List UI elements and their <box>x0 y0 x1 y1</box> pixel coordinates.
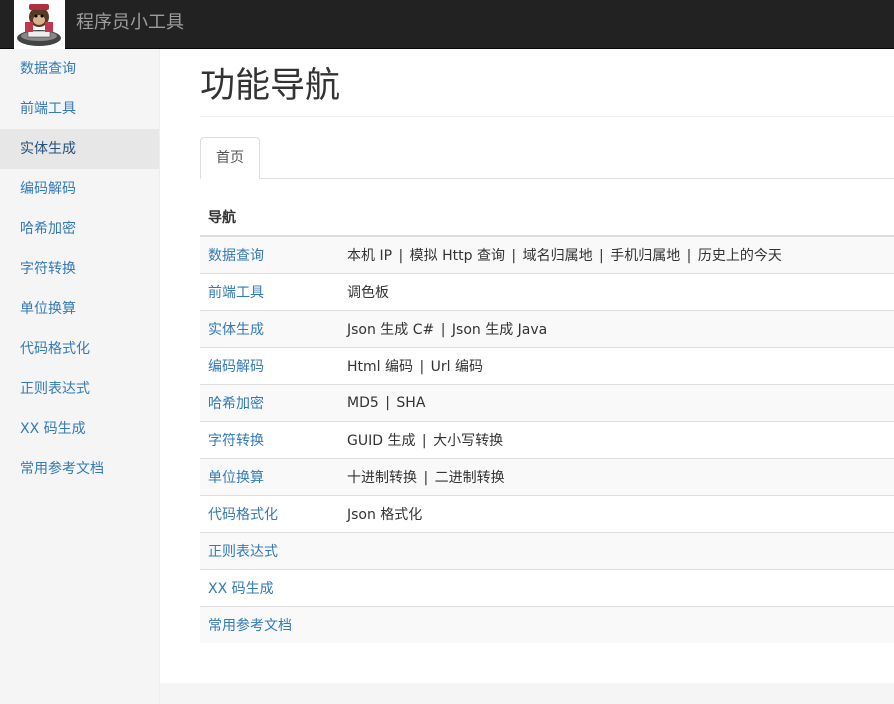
sidebar-menu: 数据查询 前端工具 实体生成 编码解码 哈希加密 字符转换 单位换算 代码格式化 正则表达式 XX… <box>0 49 159 489</box>
sidebar-item[interactable]: 字符转换 <box>0 249 159 289</box>
tool-link[interactable]: MD5 <box>347 395 379 411</box>
sidebar-item[interactable]: 数据查询 <box>0 49 159 89</box>
link-separator: | <box>417 432 432 449</box>
tool-links-cell: 本机 IP | 模拟 Http 查询 | 域名归属地 | 手机归属地 | 历史上… <box>339 235 894 273</box>
table-body: 数据查询 本机 IP | 模拟 Http 查询 | 域名归属地 | 手机归属地 |… <box>200 235 894 643</box>
sidebar-item[interactable]: 前端工具 <box>0 89 159 129</box>
category-link[interactable]: 哈希加密 <box>200 383 339 421</box>
link-separator: | <box>506 247 521 264</box>
tool-links-cell: Json 生成 C# | Json 生成 Java <box>339 309 894 347</box>
tool-link[interactable]: 十进制转换 <box>347 470 417 486</box>
tool-links-cell: 十进制转换 | 二进制转换 <box>339 457 894 495</box>
sidebar-item[interactable]: 实体生成 <box>0 129 159 169</box>
table-row: 实体生成 Json 生成 C# | Json 生成 Java <box>200 309 894 347</box>
category-link[interactable]: 数据查询 <box>200 235 339 273</box>
category-link[interactable]: 代码格式化 <box>200 494 339 532</box>
category-link[interactable]: XX 码生成 <box>200 568 339 606</box>
brand-title[interactable]: 程序员小工具 <box>76 12 184 34</box>
table-header: 导航 <box>200 199 894 237</box>
table-row: 前端工具 调色板 <box>200 272 894 310</box>
tool-link[interactable]: 二进制转换 <box>435 470 505 486</box>
tool-link[interactable]: 大小写转换 <box>433 433 503 449</box>
tool-link[interactable]: 历史上的今天 <box>698 248 782 264</box>
tool-link[interactable]: Json 格式化 <box>347 507 422 523</box>
tool-link[interactable]: SHA <box>396 395 425 411</box>
tool-link[interactable]: 手机归属地 <box>610 248 680 264</box>
sidebar-item[interactable]: 代码格式化 <box>0 329 159 369</box>
tool-link[interactable]: 域名归属地 <box>523 248 593 264</box>
table-row: 代码格式化 Json 格式化 <box>200 494 894 532</box>
tool-link[interactable]: GUID 生成 <box>347 433 415 449</box>
tab-bar: 首页 <box>200 137 894 179</box>
navigation-table: 导航 数据查询 本机 IP | 模拟 Http 查询 | 域名归属地 | 手机归属… <box>200 199 894 643</box>
tool-links-cell: Json 格式化 <box>339 494 894 532</box>
tool-link[interactable]: Json 生成 Java <box>452 322 547 338</box>
main-content: 功能导航 首页 导航 数据查询 本机 IP | 模拟 Http 查询 | 域名归属… <box>160 49 894 683</box>
link-separator: | <box>394 247 408 264</box>
category-link[interactable]: 单位换算 <box>200 457 339 495</box>
tool-links-cell: GUID 生成 | 大小写转换 <box>339 420 894 458</box>
tool-link[interactable]: 模拟 Http 查询 <box>410 248 505 264</box>
tool-links-cell <box>339 605 894 643</box>
link-separator: | <box>419 469 433 486</box>
tool-link[interactable]: 本机 IP <box>347 248 392 264</box>
link-separator: | <box>682 247 696 264</box>
category-link[interactable]: 正则表达式 <box>200 531 339 569</box>
tool-links-cell: MD5 | SHA <box>339 383 894 421</box>
page-title: 功能导航 <box>200 66 341 106</box>
table-row: 哈希加密 MD5 | SHA <box>200 383 894 421</box>
tool-links-cell: 调色板 <box>339 272 894 310</box>
tool-link[interactable]: Json 生成 C# <box>347 322 434 338</box>
link-separator: | <box>436 321 450 338</box>
top-navbar: 程序员小工具 <box>0 0 894 49</box>
category-link[interactable]: 字符转换 <box>200 420 339 458</box>
tool-links-cell <box>339 568 894 606</box>
table-row: 正则表达式 <box>200 531 894 569</box>
table-row: 单位换算 十进制转换 | 二进制转换 <box>200 457 894 495</box>
tool-links-cell: Html 编码 | Url 编码 <box>339 346 894 384</box>
link-separator: | <box>415 358 429 375</box>
logo[interactable] <box>14 0 65 49</box>
tool-links-cell <box>339 531 894 569</box>
category-link[interactable]: 前端工具 <box>200 272 339 310</box>
table-row: 常用参考文档 <box>200 605 894 643</box>
sidebar-item[interactable]: XX 码生成 <box>0 409 159 449</box>
tool-link[interactable]: Html 编码 <box>347 359 413 375</box>
monkey-logo-icon <box>17 4 61 46</box>
category-link[interactable]: 常用参考文档 <box>200 605 339 643</box>
category-link[interactable]: 编码解码 <box>200 346 339 384</box>
link-separator: | <box>380 394 395 411</box>
sidebar-item[interactable]: 常用参考文档 <box>0 449 159 489</box>
tool-link[interactable]: Url 编码 <box>431 359 483 375</box>
table-header-row: 导航 <box>200 199 894 237</box>
table-row: 字符转换 GUID 生成 | 大小写转换 <box>200 420 894 458</box>
table-row: 编码解码 Html 编码 | Url 编码 <box>200 346 894 384</box>
table-row: 数据查询 本机 IP | 模拟 Http 查询 | 域名归属地 | 手机归属地 |… <box>200 235 894 273</box>
table-row: XX 码生成 <box>200 568 894 606</box>
sidebar-item[interactable]: 编码解码 <box>0 169 159 209</box>
link-separator: | <box>594 247 609 264</box>
page-header: 功能导航 <box>200 49 894 117</box>
sidebar-item[interactable]: 正则表达式 <box>0 369 159 409</box>
sidebar-item[interactable]: 单位换算 <box>0 289 159 329</box>
sidebar: 数据查询 前端工具 实体生成 编码解码 哈希加密 字符转换 单位换算 代码格式化 正则表达式 XX… <box>0 49 160 704</box>
sidebar-item[interactable]: 哈希加密 <box>0 209 159 249</box>
tab-home[interactable]: 首页 <box>200 137 260 179</box>
tool-link[interactable]: 调色板 <box>347 285 389 301</box>
category-link[interactable]: 实体生成 <box>200 309 339 347</box>
